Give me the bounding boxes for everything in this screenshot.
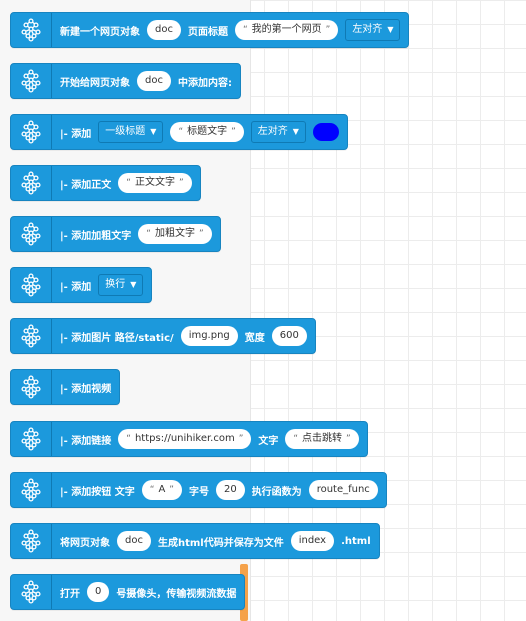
code-block[interactable]: |- 添加链接 https://unihiker.com 文字点击跳转 xyxy=(10,421,368,457)
dropdown-value: 换行 xyxy=(105,279,126,290)
block-label: |- 添加视频 xyxy=(60,383,112,395)
dropdown-value: 左对齐 xyxy=(352,24,383,35)
code-block[interactable]: |- 添加图片 路径/static/img.png 宽度 600 xyxy=(10,318,316,354)
unihiker-network-icon xyxy=(21,171,41,195)
unihiker-network-icon xyxy=(21,18,41,42)
block-label: 生成html代码并保存为文件 xyxy=(157,537,284,549)
value-input[interactable]: doc xyxy=(147,20,181,40)
dropdown-value: 左对齐 xyxy=(257,126,288,137)
block-icon xyxy=(11,166,52,200)
unihiker-network-icon xyxy=(21,69,41,93)
block-label: 页面标题 xyxy=(187,26,228,38)
text-input[interactable]: https://unihiker.com xyxy=(118,429,252,449)
code-block[interactable]: 将网页对象 doc 生成html代码并保存为文件 index .html xyxy=(10,523,380,559)
code-block[interactable]: 开始给网页对象 doc 中添加内容: xyxy=(10,63,241,99)
text-input[interactable]: 我的第一个网页 xyxy=(234,20,339,40)
block-body: |- 添加 一级标题 ▼ 标题文字 左对齐 ▼ xyxy=(52,121,347,143)
block-body: 打开 0 号摄像头，传输视频流数据 xyxy=(52,582,244,602)
unihiker-network-icon xyxy=(21,478,41,502)
block-body: 开始给网页对象 doc 中添加内容: xyxy=(52,71,240,91)
value-input[interactable]: 600 xyxy=(271,326,307,346)
value-input[interactable]: doc xyxy=(137,71,171,91)
block-body: |- 添加按钮 文字 A 字号 20 执行函数为 route_func xyxy=(52,480,386,500)
block-icon xyxy=(11,217,52,251)
caret-down-icon: ▼ xyxy=(387,25,394,34)
value-input[interactable]: img.png xyxy=(180,326,238,346)
block-label: 中添加内容: xyxy=(177,77,232,89)
code-block[interactable]: |- 添加 一级标题 ▼ 标题文字 左对齐 ▼ xyxy=(10,114,348,150)
block-label: 字号 xyxy=(188,486,209,498)
code-block[interactable]: 打开 0 号摄像头，传输视频流数据 xyxy=(10,574,246,610)
text-input[interactable]: 标题文字 xyxy=(170,122,244,142)
text-input[interactable]: 正文文字 xyxy=(118,173,192,193)
block-icon xyxy=(11,115,52,149)
text-input[interactable]: 加粗文字 xyxy=(138,224,212,244)
block-label: 号摄像头，传输视频流数据 xyxy=(116,588,237,600)
value-input[interactable]: 0 xyxy=(87,582,110,602)
block-body: |- 添加链接 https://unihiker.com 文字点击跳转 xyxy=(52,429,367,449)
block-label: 新建一个网页对象 xyxy=(60,26,140,38)
block-body: |- 添加加粗文字加粗文字 xyxy=(52,224,220,244)
block-body: |- 添加视频 xyxy=(52,380,119,395)
block-icon xyxy=(11,473,52,507)
block-label: |- 添加 xyxy=(60,281,92,293)
text-input[interactable]: A xyxy=(141,480,182,500)
color-picker[interactable] xyxy=(312,123,339,141)
code-block[interactable]: |- 添加视频 xyxy=(10,369,121,405)
unihiker-network-icon xyxy=(21,222,41,246)
block-label: 将网页对象 xyxy=(60,537,110,549)
code-block[interactable]: |- 添加按钮 文字 A 字号 20 执行函数为 route_func xyxy=(10,472,387,508)
unihiker-network-icon xyxy=(21,580,41,604)
block-icon xyxy=(11,268,52,302)
value-input[interactable]: 20 xyxy=(215,480,245,500)
dropdown-field[interactable]: 换行 ▼ xyxy=(98,274,144,296)
unihiker-network-icon xyxy=(21,375,41,399)
block-label: 开始给网页对象 xyxy=(60,77,130,89)
dropdown-field[interactable]: 左对齐 ▼ xyxy=(250,121,306,143)
value-input[interactable]: doc xyxy=(117,531,151,551)
block-body: |- 添加正文正文文字 xyxy=(52,173,200,193)
block-label: 打开 xyxy=(60,588,80,600)
code-block[interactable]: 新建一个网页对象 doc 页面标题我的第一个网页 左对齐 ▼ xyxy=(10,12,410,48)
block-icon xyxy=(11,319,52,353)
block-body: 新建一个网页对象 doc 页面标题我的第一个网页 左对齐 ▼ xyxy=(52,19,408,41)
value-input[interactable]: route_func xyxy=(308,480,378,500)
block-icon xyxy=(11,575,52,609)
block-icon xyxy=(11,64,52,98)
block-icon xyxy=(11,422,52,456)
unihiker-network-icon xyxy=(21,273,41,297)
unihiker-network-icon xyxy=(21,324,41,348)
unihiker-network-icon xyxy=(21,529,41,553)
block-label: 文字 xyxy=(258,435,279,447)
block-label: |- 添加正文 xyxy=(60,179,112,191)
code-block[interactable]: |- 添加 换行 ▼ xyxy=(10,267,153,303)
caret-down-icon: ▼ xyxy=(292,127,299,136)
dropdown-field[interactable]: 一级标题 ▼ xyxy=(98,121,164,143)
unihiker-network-icon xyxy=(21,120,41,144)
caret-down-icon: ▼ xyxy=(150,127,157,136)
block-label: |- 添加链接 xyxy=(60,435,112,447)
dropdown-value: 一级标题 xyxy=(105,126,146,137)
block-body: |- 添加图片 路径/static/img.png 宽度 600 xyxy=(52,326,315,346)
text-input[interactable]: 点击跳转 xyxy=(285,429,359,449)
code-block[interactable]: |- 添加正文正文文字 xyxy=(10,165,201,201)
value-input[interactable]: index xyxy=(290,531,335,551)
block-label: |- 添加加粗文字 xyxy=(60,230,132,242)
block-label: 宽度 xyxy=(244,332,265,344)
block-label: |- 添加 xyxy=(60,128,92,140)
block-label: .html xyxy=(341,535,371,547)
caret-down-icon: ▼ xyxy=(130,280,137,289)
block-body: 将网页对象 doc 生成html代码并保存为文件 index .html xyxy=(52,531,379,551)
unihiker-network-icon xyxy=(21,427,41,451)
code-block[interactable]: |- 添加加粗文字加粗文字 xyxy=(10,216,221,252)
block-icon xyxy=(11,370,52,404)
block-icon xyxy=(11,13,52,47)
dropdown-field[interactable]: 左对齐 ▼ xyxy=(345,19,401,41)
block-label: 执行函数为 xyxy=(251,486,302,498)
block-label: |- 添加图片 路径/static/ xyxy=(60,332,174,344)
block-body: |- 添加 换行 ▼ xyxy=(52,274,151,296)
block-label: |- 添加按钮 文字 xyxy=(60,486,135,498)
block-icon xyxy=(11,524,52,558)
